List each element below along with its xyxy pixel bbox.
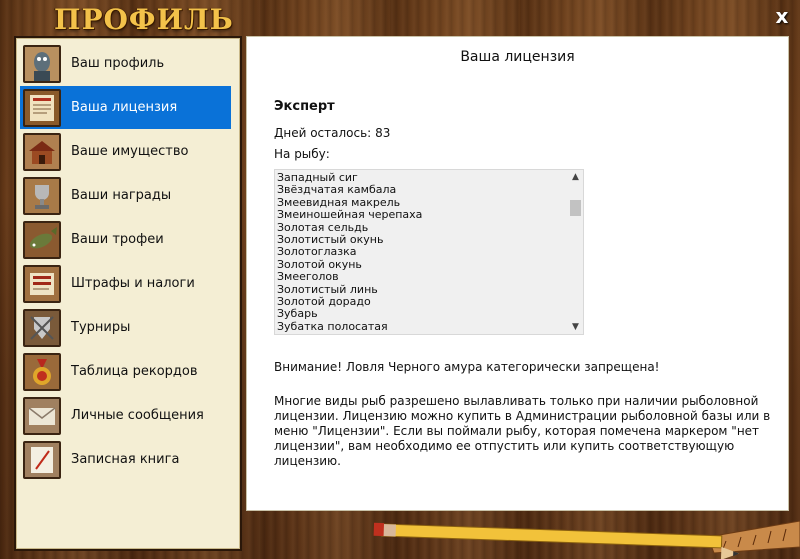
sidebar-item-label: Ваше имущество [71,144,189,159]
window-title: ПРОФИЛЬ [54,3,234,36]
scroll-up-icon[interactable]: ▲ [568,170,583,184]
scroll-down-icon[interactable]: ▼ [568,320,583,334]
fish-list-label: На рыбу: [274,147,330,161]
sidebar-item-notebook[interactable]: Записная книга [20,438,231,481]
notebook-icon [23,440,61,479]
sidebar: Ваш профиль Ваша лицензия Ваше имущество… [14,36,242,551]
sidebar-item-label: Ваш профиль [71,56,165,71]
sidebar-item-profile[interactable]: Ваш профиль [20,42,231,85]
trophy-cup-icon [23,176,61,215]
license-panel: Ваша лицензия Эксперт Дней осталось: 83 … [246,36,789,511]
days-value: 83 [375,126,391,140]
sidebar-item-fines[interactable]: Штрафы и налоги [20,262,231,305]
sidebar-item-label: Ваша лицензия [71,100,178,115]
sidebar-item-license[interactable]: Ваша лицензия [20,86,231,129]
warning-text: Внимание! Ловля Черного амура категориче… [274,360,660,374]
license-grade: Эксперт [274,99,335,114]
sidebar-item-label: Личные сообщения [71,408,204,423]
list-item[interactable]: Звёздчатая камбала [277,183,583,196]
tournament-icon [23,308,61,347]
sidebar-item-tournaments[interactable]: Турниры [20,306,231,349]
fish-listbox[interactable]: Западный сиг Звёздчатая камбала Змеевидн… [274,169,584,335]
sidebar-item-label: Штрафы и налоги [71,276,195,291]
medal-icon [23,352,61,391]
fines-icon [23,264,61,303]
sidebar-item-awards[interactable]: Ваши награды [20,174,231,217]
fisherman-icon [23,44,61,83]
sidebar-item-label: Ваши трофеи [71,232,164,247]
list-item[interactable]: Зубатка полосатая [277,320,583,333]
list-item[interactable]: Зубарь [277,307,583,320]
close-button[interactable]: x [772,6,792,26]
list-item[interactable]: Змееголов [277,270,583,283]
list-item[interactable]: Золотой дорадо [277,295,583,308]
days-remaining: Дней осталось: 83 [274,126,390,140]
listbox-scrollbar[interactable]: ▲ ▼ [568,170,583,334]
list-item[interactable]: Змеиношейная черепаха [277,208,583,221]
property-icon [23,132,61,171]
info-text: Многие виды рыб разрешено вылавливать то… [274,394,771,468]
sidebar-item-property[interactable]: Ваше имущество [20,130,231,173]
sidebar-item-records[interactable]: Таблица рекордов [20,350,231,393]
sidebar-item-label: Турниры [71,320,131,335]
panel-title: Ваша лицензия [460,49,575,65]
list-item[interactable]: Золотоглазка [277,245,583,258]
sidebar-item-messages[interactable]: Личные сообщения [20,394,231,437]
sidebar-item-label: Ваши награды [71,188,172,203]
envelope-icon [23,396,61,435]
days-label: Дней осталось: [274,126,372,140]
sidebar-item-trophies[interactable]: Ваши трофеи [20,218,231,261]
license-icon [23,88,61,127]
sidebar-item-label: Записная книга [71,452,180,467]
scroll-thumb[interactable] [570,200,581,216]
fish-trophy-icon [23,220,61,259]
sidebar-item-label: Таблица рекордов [71,364,198,379]
pencil-ruler-decoration [373,520,800,559]
